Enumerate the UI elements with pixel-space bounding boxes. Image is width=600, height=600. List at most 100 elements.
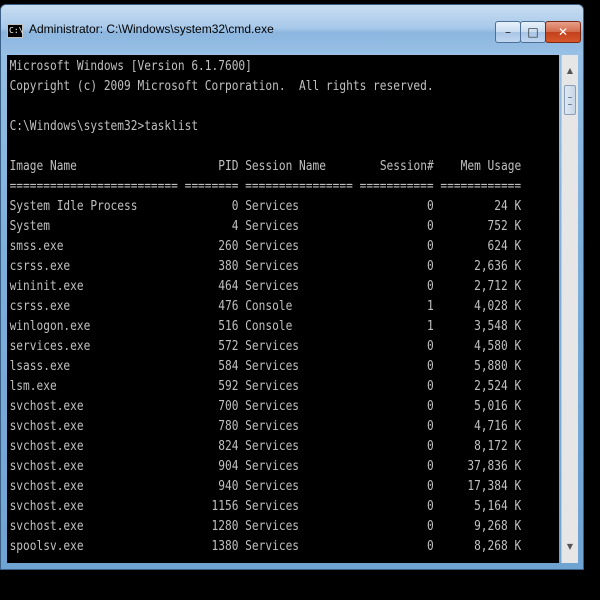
scroll-down-arrow-icon[interactable]: ▼ [562,539,578,555]
table-row: svchost.exe 824 Services 0 8,172 K [10,439,522,454]
image-name-cell: csrss.exe [9,259,71,274]
session-name-cell: Services [245,339,300,354]
image-name-cell: System [9,219,50,234]
pid-cell: 464 [218,279,239,294]
image-name-cell: csrss.exe [9,299,71,314]
table-row: svchost.exe 1280 Services 0 9,268 K [10,519,522,534]
session-name-cell: Services [245,459,300,474]
pid-cell: 260 [218,239,239,254]
session-num-cell: 0 [426,459,434,474]
session-num-cell: 1 [426,319,434,334]
copyright-line: Copyright (c) 2009 Microsoft Corporation… [9,79,434,94]
pid-cell: 1280 [211,519,239,534]
mem-usage-cell: 24 K [494,199,522,214]
session-name-cell: Services [245,499,300,514]
col-session-name-header: Session Name [245,159,326,174]
session-num-cell: 0 [426,259,434,274]
table-header: Image Name PID Session Name Session# Mem… [10,159,522,174]
pid-cell: 476 [218,299,239,314]
image-name-cell: spoolsv.exe [9,539,84,554]
pid-cell: 1380 [211,539,239,554]
pid-cell: 1156 [211,499,239,514]
session-name-cell: Services [245,439,300,454]
pid-cell: 904 [218,459,239,474]
session-num-cell: 0 [426,479,434,494]
mem-usage-cell: 8,172 K [474,439,522,454]
vertical-scrollbar[interactable]: ▲ ▼ [561,55,578,563]
title-bar[interactable]: C:\ Administrator: C:\Windows\system32\c… [1,5,583,55]
pid-cell: 0 [231,199,239,214]
image-name-cell: svchost.exe [9,479,84,494]
image-name-cell: lsm.exe [9,379,57,394]
table-row: svchost.exe 780 Services 0 4,716 K [10,419,522,434]
mem-usage-cell: 9,268 K [474,519,522,534]
session-name-cell: Services [245,399,300,414]
session-name-cell: Services [245,219,300,234]
pid-cell: 572 [218,339,239,354]
col-mem-usage-header: Mem Usage [460,159,522,174]
image-name-cell: services.exe [9,339,91,354]
close-button[interactable]: ✕ [545,21,581,43]
mem-usage-cell: 2,524 K [474,379,522,394]
session-name-cell: Services [245,199,300,214]
session-num-cell: 0 [426,239,434,254]
session-num-cell: 0 [426,199,434,214]
table-row: spoolsv.exe 1380 Services 0 8,268 K [10,539,522,554]
image-name-cell: smss.exe [9,239,64,254]
session-name-cell: Console [245,299,293,314]
session-num-cell: 0 [426,279,434,294]
pid-cell: 700 [218,399,239,414]
mem-usage-cell: 624 K [487,239,522,254]
mem-usage-cell: 5,880 K [474,359,522,374]
session-name-cell: Console [245,319,293,334]
pid-cell: 4 [231,219,239,234]
table-row: csrss.exe 476 Console 1 4,028 K [10,299,522,314]
image-name-cell: wininit.exe [9,279,84,294]
session-num-cell: 0 [426,519,434,534]
session-num-cell: 0 [426,339,434,354]
session-name-cell: Services [245,419,300,434]
scroll-up-arrow-icon[interactable]: ▲ [562,63,578,79]
table-row: svchost.exe 1156 Services 0 5,164 K [10,499,522,514]
pid-cell: 516 [218,319,239,334]
command-text: tasklist [144,119,199,134]
session-name-cell: Services [245,539,300,554]
mem-usage-cell: 4,028 K [474,299,522,314]
maximize-button[interactable]: □ [520,21,546,43]
session-name-cell: Services [245,239,300,254]
session-num-cell: 0 [426,359,434,374]
image-name-cell: svchost.exe [9,499,84,514]
col-pid-header: PID [218,159,239,174]
table-row: services.exe 572 Services 0 4,580 K [10,339,522,354]
table-row: System Idle Process 0 Services 0 24 K [10,199,522,214]
session-name-cell: Services [245,259,300,274]
session-num-cell: 0 [426,439,434,454]
cmd-app-icon[interactable]: C:\ [7,24,23,38]
mem-usage-cell: 17,384 K [467,479,522,494]
version-line: Microsoft Windows [Version 6.1.7600] [9,59,252,74]
session-name-cell: Services [245,479,300,494]
pid-cell: 592 [218,379,239,394]
session-name-cell: Services [245,519,300,534]
mem-usage-cell: 2,712 K [474,279,522,294]
table-row: svchost.exe 904 Services 0 37,836 K [10,459,522,474]
image-name-cell: svchost.exe [9,399,84,414]
col-session-num-header: Session# [379,159,434,174]
table-row: lsm.exe 592 Services 0 2,524 K [10,379,522,394]
pid-cell: 940 [218,479,239,494]
table-row: smss.exe 260 Services 0 624 K [10,239,522,254]
image-name-cell: System Idle Process [9,199,138,214]
console-output[interactable]: Microsoft Windows [Version 6.1.7600] Cop… [7,55,559,563]
table-row: winlogon.exe 516 Console 1 3,548 K [10,319,522,334]
command-prompt: C:\Windows\system32> [9,119,145,134]
minimize-button[interactable]: – [495,21,521,43]
window-bottom-border [1,563,583,569]
col-image-name-header: Image Name [9,159,77,174]
mem-usage-cell: 4,716 K [474,419,522,434]
scrollbar-thumb[interactable] [564,85,576,115]
image-name-cell: svchost.exe [9,459,84,474]
pid-cell: 824 [218,439,239,454]
session-num-cell: 0 [426,219,434,234]
session-num-cell: 0 [426,379,434,394]
table-row: lsass.exe 584 Services 0 5,880 K [10,359,522,374]
